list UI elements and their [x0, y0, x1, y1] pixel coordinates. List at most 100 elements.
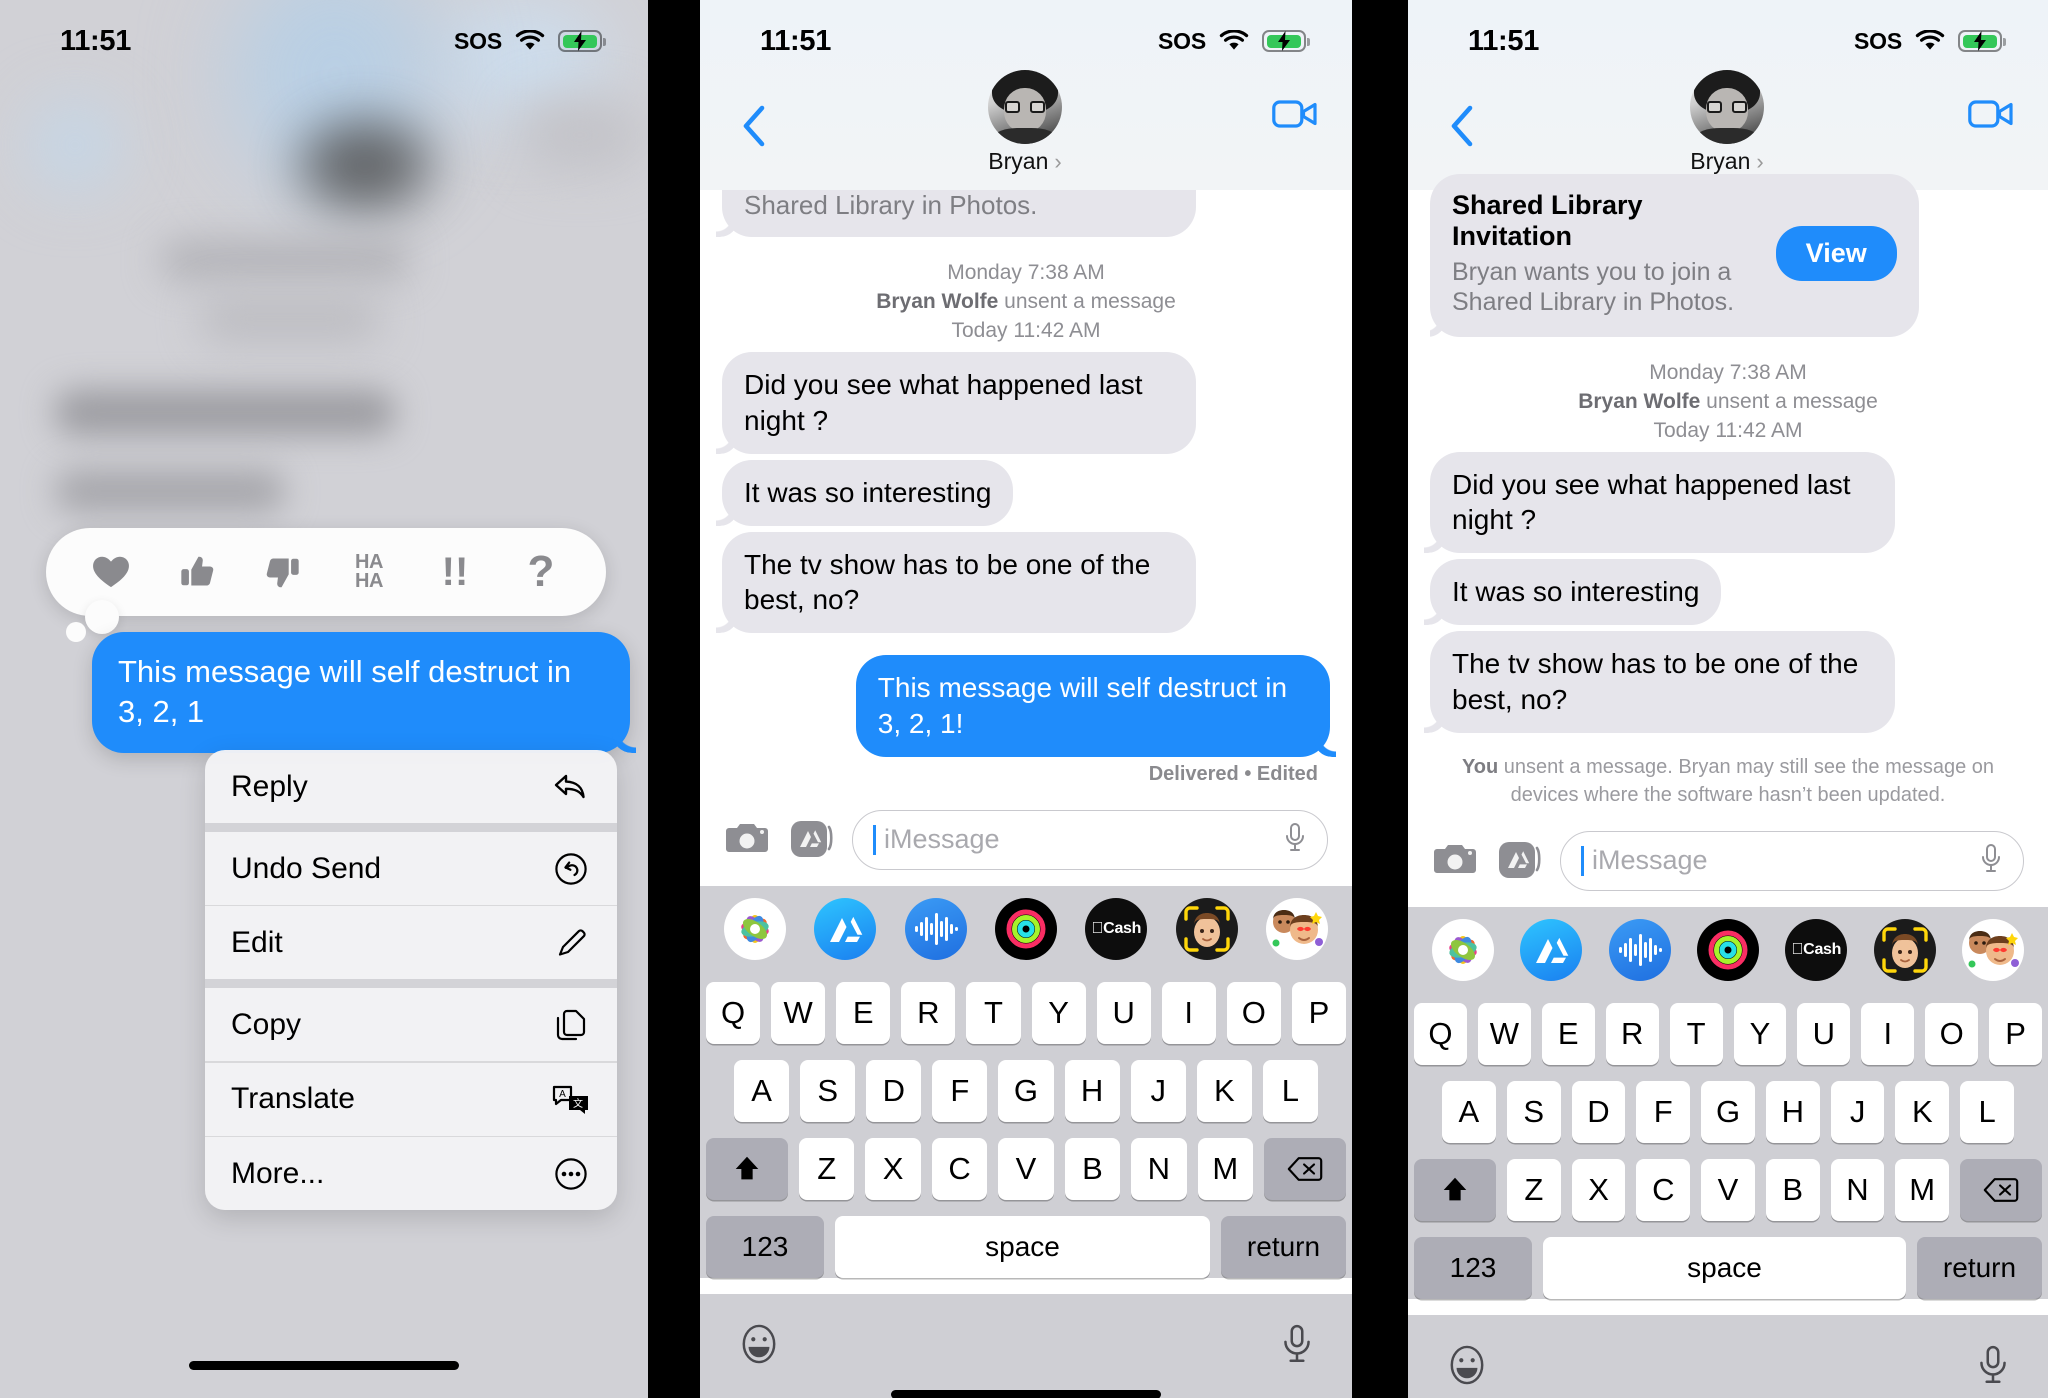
key-l[interactable]: L — [1262, 1059, 1318, 1122]
key-m[interactable]: M — [1197, 1137, 1253, 1200]
key-p[interactable]: P — [1291, 981, 1346, 1044]
key-x[interactable]: X — [1571, 1158, 1626, 1221]
context-menu-item-edit[interactable]: Edit — [205, 906, 617, 979]
key-n[interactable]: N — [1131, 1137, 1187, 1200]
audio-message-app-icon[interactable] — [904, 897, 967, 960]
imessage-app-drawer[interactable]: Cash — [1408, 906, 2048, 993]
microphone-icon[interactable] — [1978, 1344, 2008, 1391]
apple-cash-app-icon[interactable]: Cash — [1785, 918, 1848, 981]
key-u[interactable]: U — [1797, 1002, 1851, 1065]
emoji-smiley-icon[interactable] — [1448, 1343, 1486, 1392]
key-c[interactable]: C — [931, 1137, 988, 1200]
contact-header[interactable]: Bryan › — [1690, 70, 1764, 175]
app-store-icon[interactable] — [1496, 839, 1542, 883]
key-a[interactable]: A — [1441, 1080, 1496, 1143]
space-key[interactable]: space — [835, 1215, 1210, 1278]
contact-name-row[interactable]: Bryan › — [1690, 148, 1763, 175]
facetime-button[interactable] — [1272, 98, 1318, 135]
shift-up-arrow-icon[interactable] — [706, 1137, 789, 1200]
message-row[interactable]: This message will self destruct in 3, 2,… — [722, 655, 1330, 757]
context-menu-item-reply[interactable]: Reply — [205, 750, 617, 823]
view-button[interactable]: View — [1775, 225, 1897, 281]
key-j[interactable]: J — [1130, 1059, 1186, 1122]
key-w[interactable]: W — [1477, 1002, 1531, 1065]
key-m[interactable]: M — [1895, 1158, 1950, 1221]
message-row[interactable]: The tv show has to be one of the best, n… — [722, 531, 1330, 634]
key-n[interactable]: N — [1830, 1158, 1885, 1221]
key-i[interactable]: I — [1161, 981, 1216, 1044]
key-d[interactable]: D — [1571, 1080, 1626, 1143]
key-w[interactable]: W — [771, 981, 826, 1044]
memoji-stickers-app-icon[interactable] — [1961, 918, 2024, 981]
fitness-app-icon[interactable] — [1696, 918, 1759, 981]
shift-up-arrow-icon[interactable] — [1413, 1158, 1496, 1221]
key-q[interactable]: Q — [706, 981, 761, 1044]
message-bubble[interactable]: The tv show has to be one of the best, n… — [722, 531, 1197, 634]
key-j[interactable]: J — [1830, 1080, 1885, 1143]
fitness-app-icon[interactable] — [994, 897, 1057, 960]
thumbs-up-reaction[interactable] — [166, 541, 228, 603]
key-t[interactable]: T — [1669, 1002, 1723, 1065]
message-bubble[interactable]: The tv show has to be one of the best, n… — [1430, 631, 1895, 733]
app-store-app-icon[interactable] — [1520, 918, 1583, 981]
key-h[interactable]: H — [1064, 1059, 1120, 1122]
key-h[interactable]: H — [1765, 1080, 1820, 1143]
key-x[interactable]: X — [865, 1137, 921, 1200]
thumbs-down-reaction[interactable] — [252, 541, 314, 603]
return-key[interactable]: return — [1221, 1215, 1346, 1278]
key-r[interactable]: R — [901, 981, 956, 1044]
microphone-icon[interactable] — [1979, 842, 2003, 879]
key-f[interactable]: F — [932, 1059, 988, 1122]
key-p[interactable]: P — [1989, 1002, 2043, 1065]
key-b[interactable]: B — [1765, 1158, 1820, 1221]
key-e[interactable]: E — [1541, 1002, 1595, 1065]
backspace-delete-icon[interactable] — [1960, 1158, 2043, 1221]
app-store-icon[interactable] — [788, 818, 834, 862]
key-z[interactable]: Z — [799, 1137, 855, 1200]
shared-library-invitation-card[interactable]: Shared Library Invitation Bryan wants yo… — [1430, 174, 1919, 337]
memoji-stickers-app-icon[interactable] — [1265, 897, 1328, 960]
message-list[interactable]: Shared Library in Photos. Monday 7:38 AM… — [700, 190, 1352, 786]
clipped-shared-library-card[interactable]: Shared Library in Photos. — [722, 190, 1197, 238]
message-row[interactable]: It was so interesting — [722, 459, 1330, 526]
message-row[interactable]: The tv show has to be one of the best, n… — [1430, 631, 2026, 733]
app-store-app-icon[interactable] — [814, 897, 877, 960]
emoji-smiley-icon[interactable] — [740, 1322, 778, 1371]
key-o[interactable]: O — [1925, 1002, 1979, 1065]
numbers-key[interactable]: 123 — [706, 1215, 824, 1278]
message-input-field[interactable]: iMessage — [852, 809, 1328, 870]
key-t[interactable]: T — [966, 981, 1021, 1044]
apple-cash-app-icon[interactable]: Cash — [1085, 897, 1148, 960]
space-key[interactable]: space — [1543, 1236, 1906, 1299]
contact-header[interactable]: Bryan › — [988, 70, 1062, 175]
context-menu-item-copy[interactable]: Copy — [205, 988, 617, 1061]
context-menu-item-more[interactable]: More... — [205, 1137, 617, 1210]
onscreen-keyboard[interactable]: Q W E R T Y U I O P A S D F G H J K L Z … — [700, 971, 1352, 1278]
key-q[interactable]: Q — [1413, 1002, 1467, 1065]
onscreen-keyboard[interactable]: Q W E R T Y U I O P A S D F G H J K L Z … — [1408, 992, 2048, 1299]
numbers-key[interactable]: 123 — [1414, 1236, 1532, 1299]
avatar[interactable] — [988, 70, 1062, 144]
question-reaction[interactable]: ? — [510, 541, 572, 603]
key-e[interactable]: E — [836, 981, 891, 1044]
memoji-app-icon[interactable] — [1873, 918, 1936, 981]
exclamation-reaction[interactable]: !! — [424, 541, 486, 603]
key-k[interactable]: K — [1196, 1059, 1252, 1122]
avatar[interactable] — [1690, 70, 1764, 144]
haha-reaction[interactable]: HA HA — [338, 541, 400, 603]
camera-icon[interactable] — [724, 818, 770, 862]
imessage-app-drawer[interactable]: Cash — [700, 885, 1352, 972]
message-row[interactable]: Did you see what happened last night ? — [722, 352, 1330, 454]
message-bubble[interactable]: This message will self destruct in 3, 2,… — [855, 655, 1330, 757]
return-key[interactable]: return — [1917, 1236, 2042, 1299]
message-row[interactable]: It was so interesting — [1430, 559, 2026, 626]
key-a[interactable]: A — [734, 1059, 790, 1122]
memoji-app-icon[interactable] — [1175, 897, 1238, 960]
message-input-field[interactable]: iMessage — [1560, 830, 2024, 891]
key-v[interactable]: V — [998, 1137, 1054, 1200]
tapback-reaction-bar[interactable]: HA HA !! ? — [46, 528, 606, 616]
key-g[interactable]: G — [1701, 1080, 1755, 1143]
message-row[interactable]: Did you see what happened last night ? — [1430, 451, 2026, 554]
photos-app-icon[interactable] — [724, 897, 786, 960]
key-f[interactable]: F — [1636, 1080, 1691, 1143]
